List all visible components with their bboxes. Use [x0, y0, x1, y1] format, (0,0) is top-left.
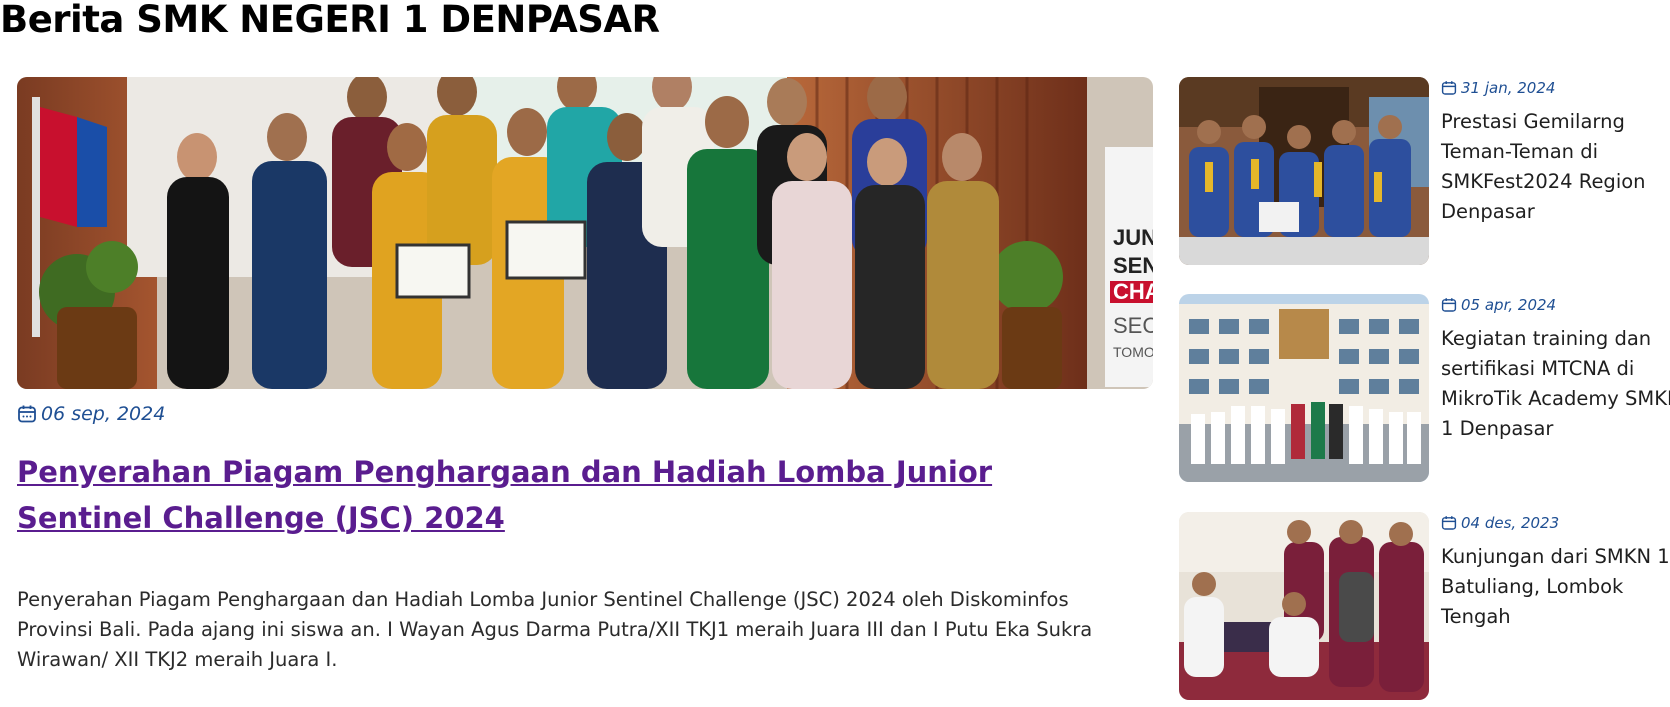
side-news-thumbnail[interactable] — [1179, 77, 1429, 265]
side-news-thumbnail[interactable] — [1179, 294, 1429, 482]
banner-text-3: CHAL — [1113, 279, 1153, 304]
side-news-item[interactable]: 05 apr, 2024 Kegiatan training dan serti… — [1179, 294, 1670, 482]
side-news-title[interactable]: Prestasi Gemilarng Teman-Teman di SMKFes… — [1441, 107, 1670, 227]
side-news-title-line: MikroTik Academy SMKN — [1441, 387, 1670, 410]
side-news-title-line: Teman-Teman di — [1441, 140, 1599, 163]
side-news-date-text: 31 jan, 2024 — [1461, 79, 1556, 97]
banner-text-4: SECU — [1113, 313, 1153, 338]
side-news-title-line: Batuliang, Lombok — [1441, 575, 1624, 598]
calendar-icon — [1441, 515, 1457, 531]
page-title: Berita SMK NEGERI 1 DENPASAR — [0, 0, 660, 41]
side-news-title-line: SMKFest2024 Region — [1441, 170, 1646, 193]
featured-summary: Penyerahan Piagam Penghargaan dan Hadiah… — [17, 588, 1093, 671]
featured-date-text: 06 sep, 2024 — [41, 403, 166, 425]
featured-title-link[interactable]: Penyerahan Piagam Penghargaan dan Hadiah… — [17, 449, 1127, 541]
calendar-icon — [1441, 297, 1457, 313]
side-news-thumbnail[interactable] — [1179, 512, 1429, 700]
side-news-title-line: Denpasar — [1441, 200, 1535, 223]
side-news-date: 31 jan, 2024 — [1441, 79, 1670, 97]
side-news-title-line: Prestasi Gemilarng — [1441, 110, 1625, 133]
featured-image[interactable]: JUN SENT CHAL SECU TOMO — [17, 77, 1153, 389]
side-news-title-line: Tengah — [1441, 605, 1511, 628]
banner-text-1: JUN — [1113, 225, 1153, 250]
side-news-date-text: 05 apr, 2024 — [1461, 296, 1557, 314]
side-news-item[interactable]: 31 jan, 2024 Prestasi Gemilarng Teman-Te… — [1179, 77, 1670, 265]
side-news-title[interactable]: Kunjungan dari SMKN 1 Batuliang, Lombok … — [1441, 542, 1670, 632]
side-news-title-line: Kegiatan training dan — [1441, 327, 1652, 350]
banner-text-2: SENT — [1113, 253, 1153, 278]
side-news-title-line: sertifikasi MTCNA di — [1441, 357, 1635, 380]
side-news-date-text: 04 des, 2023 — [1461, 514, 1560, 532]
side-news-title-line: Kunjungan dari SMKN 1 — [1441, 545, 1670, 568]
calendar-icon — [17, 404, 37, 424]
banner-text-5: TOMO — [1113, 344, 1153, 360]
side-news-date: 05 apr, 2024 — [1441, 296, 1670, 314]
side-news-item[interactable]: 04 des, 2023 Kunjungan dari SMKN 1 Batul… — [1179, 512, 1670, 700]
side-news-title[interactable]: Kegiatan training dan sertifikasi MTCNA … — [1441, 324, 1670, 444]
featured-date: 06 sep, 2024 — [17, 403, 1153, 425]
side-news-title-line: 1 Denpasar — [1441, 417, 1554, 440]
side-news-date: 04 des, 2023 — [1441, 514, 1670, 532]
featured-article: JUN SENT CHAL SECU TOMO — [17, 77, 1153, 675]
calendar-icon — [1441, 80, 1457, 96]
